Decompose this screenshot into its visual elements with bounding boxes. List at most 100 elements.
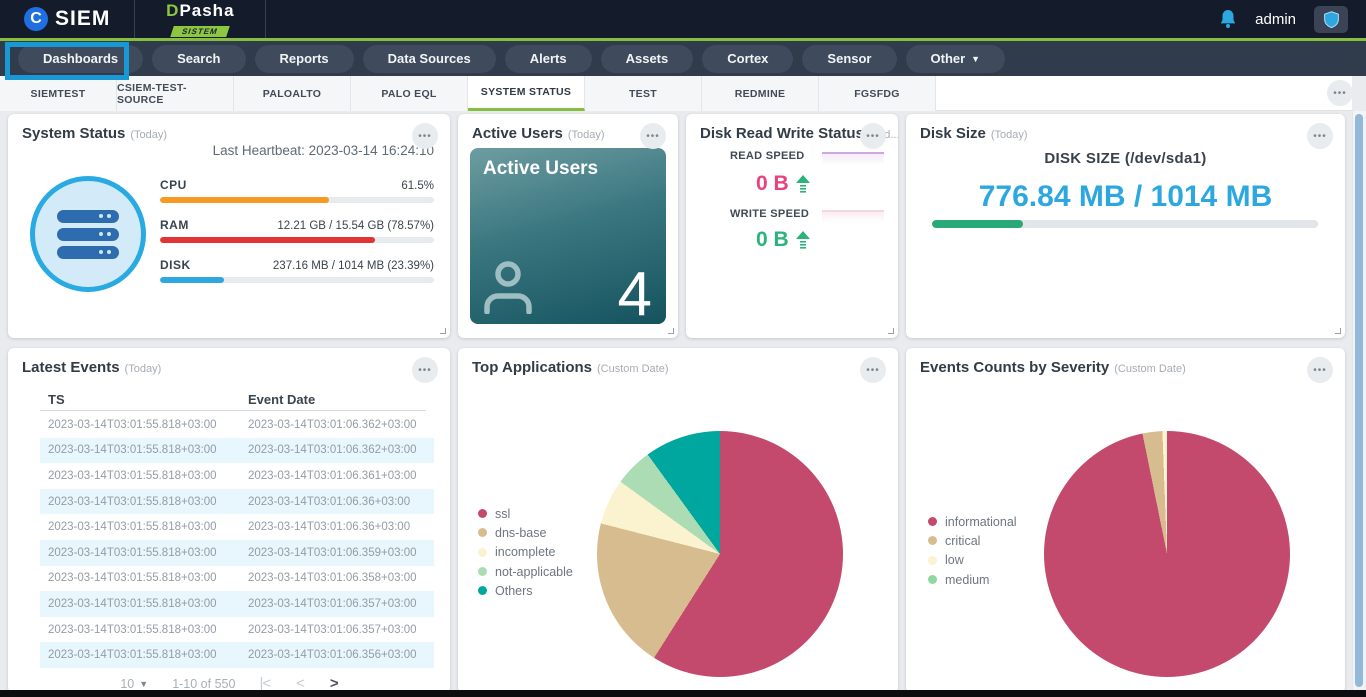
widget-menu-button[interactable]: •••	[412, 123, 438, 149]
resource-meters: CPU61.5%RAM12.21 GB / 15.54 GB (78.57%)D…	[160, 178, 434, 298]
widget-menu-button[interactable]: •••	[1307, 357, 1333, 383]
table-divider	[40, 410, 426, 411]
nav-item-search[interactable]: Search	[152, 45, 245, 73]
events-by-severity-widget: Events Counts by Severity(Custom Date) •…	[906, 348, 1345, 693]
cell-ts: 2023-03-14T03:01:55.818+03:00	[40, 419, 248, 431]
write-speed-label: WRITE SPEED	[730, 208, 809, 220]
table-row[interactable]: 2023-03-14T03:01:55.818+03:002023-03-14T…	[40, 591, 434, 617]
table-row[interactable]: 2023-03-14T03:01:55.818+03:002023-03-14T…	[40, 642, 434, 668]
legend-item-ssl[interactable]: ssl	[478, 504, 573, 523]
tabs-overflow-button[interactable]: •••	[1327, 80, 1353, 106]
widget-menu-button[interactable]: •••	[640, 123, 666, 149]
page-size-select[interactable]: 10 ▼	[120, 677, 148, 691]
dpasha-logo: DPasha SISTEM	[135, 0, 265, 39]
legend-item-incomplete[interactable]: incomplete	[478, 543, 573, 562]
read-speed-sparkline	[822, 152, 884, 164]
legend-item-dns-base[interactable]: dns-base	[478, 523, 573, 542]
cell-ts: 2023-03-14T03:01:55.818+03:00	[40, 521, 248, 533]
nav-item-cortex[interactable]: Cortex	[702, 45, 793, 73]
tab-siemtest[interactable]: SIEMTEST	[0, 76, 117, 111]
meter-track	[160, 197, 434, 203]
widget-period: (Custom Date)	[1114, 363, 1186, 375]
tab-redmine[interactable]: REDMINE	[702, 76, 819, 111]
page-range-label: 1-10 of 550	[172, 677, 235, 691]
table-row[interactable]: 2023-03-14T03:01:55.818+03:002023-03-14T…	[40, 438, 434, 464]
nav-item-sensor[interactable]: Sensor	[802, 45, 896, 73]
table-row[interactable]: 2023-03-14T03:01:55.818+03:002023-03-14T…	[40, 463, 434, 489]
table-row[interactable]: 2023-03-14T03:01:55.818+03:002023-03-14T…	[40, 412, 434, 438]
nav-item-reports[interactable]: Reports	[255, 45, 354, 73]
widget-period: (Today)	[991, 129, 1028, 141]
tab-csiem-test-source[interactable]: CSIEM-TEST-SOURCE	[117, 76, 234, 111]
meter-value: 237.16 MB / 1014 MB (23.39%)	[273, 260, 434, 272]
disk-size-value: 776.84 MB / 1014 MB	[906, 180, 1345, 214]
tab-fgsfdg[interactable]: FGSFDG	[819, 76, 936, 111]
nav-item-dashboards[interactable]: Dashboards	[18, 45, 143, 73]
meter-value: 12.21 GB / 15.54 GB (78.57%)	[277, 220, 434, 232]
menu-dots-icon: •••	[418, 131, 432, 142]
resize-handle[interactable]	[440, 328, 446, 334]
meter-label: DISK	[160, 258, 191, 272]
table-row[interactable]: 2023-03-14T03:01:55.818+03:002023-03-14T…	[40, 540, 434, 566]
widget-menu-button[interactable]: •••	[1307, 123, 1333, 149]
legend-dot-icon	[478, 528, 487, 537]
system-status-widget: System Status(Today) ••• Last Heartbeat:…	[8, 114, 450, 338]
cell-ts: 2023-03-14T03:01:55.818+03:00	[40, 598, 248, 610]
tab-system-status[interactable]: SYSTEM STATUS	[468, 76, 585, 111]
legend-dot-icon	[478, 548, 487, 557]
notifications-bell-icon[interactable]	[1219, 9, 1237, 29]
legend-item-critical[interactable]: critical	[928, 531, 1017, 550]
caret-down-icon: ▼	[139, 679, 148, 689]
legend-item-medium[interactable]: medium	[928, 570, 1017, 589]
legend-dot-icon	[928, 575, 937, 584]
severity-pie-chart[interactable]	[1044, 431, 1290, 677]
nav-item-assets[interactable]: Assets	[601, 45, 694, 73]
cell-ts: 2023-03-14T03:01:55.818+03:00	[40, 649, 248, 661]
dpasha-rest: Pasha	[179, 1, 234, 20]
cell-event-date: 2023-03-14T03:01:06.359+03:00	[248, 547, 417, 559]
table-row[interactable]: 2023-03-14T03:01:55.818+03:002023-03-14T…	[40, 489, 434, 515]
table-row[interactable]: 2023-03-14T03:01:55.818+03:002023-03-14T…	[40, 514, 434, 540]
cell-event-date: 2023-03-14T03:01:06.36+03:00	[248, 496, 410, 508]
nav-item-alerts[interactable]: Alerts	[505, 45, 592, 73]
vertical-scrollbar-thumb[interactable]	[1355, 114, 1363, 687]
widget-menu-button[interactable]: •••	[412, 357, 438, 383]
tab-paloalto[interactable]: PALOALTO	[234, 76, 351, 111]
legend-label: ssl	[495, 507, 510, 521]
resize-handle[interactable]	[668, 328, 674, 334]
cell-event-date: 2023-03-14T03:01:06.362+03:00	[248, 419, 417, 431]
header-divider-2	[265, 0, 266, 38]
disk-read-write-widget: Disk Read Write Status(Tod... ••• READ S…	[686, 114, 898, 338]
legend-item-others[interactable]: Others	[478, 581, 573, 600]
legend-item-low[interactable]: low	[928, 551, 1017, 570]
menu-dots-icon: •••	[1333, 88, 1347, 99]
legend-label: low	[945, 553, 964, 567]
column-header-event-date[interactable]: Event Date	[248, 392, 315, 407]
legend-dot-icon	[478, 509, 487, 518]
tab-palo-eql[interactable]: PALO EQL	[351, 76, 468, 111]
tab-test[interactable]: TEST	[585, 76, 702, 111]
security-shield-button[interactable]	[1314, 6, 1348, 33]
column-header-ts[interactable]: TS	[48, 392, 65, 407]
table-row[interactable]: 2023-03-14T03:01:55.818+03:002023-03-14T…	[40, 617, 434, 643]
cell-event-date: 2023-03-14T03:01:06.36+03:00	[248, 521, 410, 533]
active-users-card-label: Active Users	[483, 158, 598, 180]
menu-dots-icon: •••	[866, 365, 880, 376]
table-row[interactable]: 2023-03-14T03:01:55.818+03:002023-03-14T…	[40, 566, 434, 592]
read-speed-value: 0 B	[756, 172, 789, 196]
legend-item-not-applicable[interactable]: not-applicable	[478, 562, 573, 581]
events-table-header: TS Event Date	[48, 392, 426, 407]
top-applications-widget: Top Applications(Custom Date) ••• ssldns…	[458, 348, 898, 693]
widget-menu-button[interactable]: •••	[860, 357, 886, 383]
legend-item-informational[interactable]: informational	[928, 512, 1017, 531]
resize-handle[interactable]	[1335, 328, 1341, 334]
resize-handle[interactable]	[888, 328, 894, 334]
disk-size-heading: DISK SIZE (/dev/sda1)	[906, 150, 1345, 167]
upload-arrow-icon	[796, 175, 810, 193]
nav-item-other[interactable]: Other▼	[906, 45, 1006, 73]
csiem-logo[interactable]: C SIEM	[0, 7, 134, 31]
nav-item-data-sources[interactable]: Data Sources	[363, 45, 496, 73]
pie-legend: ssl dns-baseincompletenot-applicableOther…	[478, 504, 573, 600]
top-applications-pie-chart[interactable]	[597, 431, 843, 677]
widget-menu-button[interactable]: •••	[860, 123, 886, 149]
